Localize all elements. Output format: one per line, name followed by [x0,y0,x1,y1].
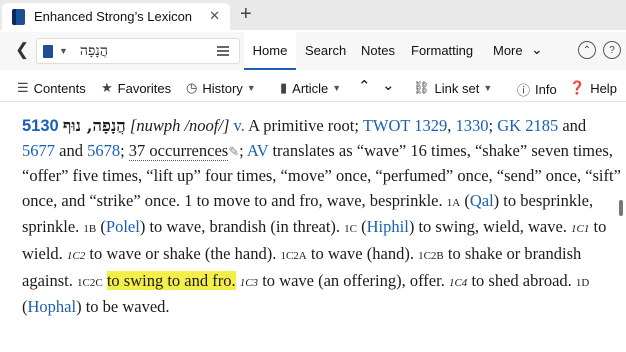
sense-1a: 1A [446,196,461,209]
article-dropdown-icon: ▼ [332,83,342,93]
star-icon: ★ [101,80,113,95]
ref-5678-link[interactable]: 5678 [87,141,120,160]
help-label: Help [590,80,617,96]
help-button[interactable]: ❓ Help [569,80,617,96]
new-tab-icon[interactable]: + [240,3,252,26]
hebrew-headword: הֲנָפָה, נוּף [62,116,126,135]
strongs-number: 5130 [22,117,59,135]
title-bar: Enhanced Strong’s Lexicon ✕ + [0,0,626,30]
definition-1: 1 to move to and fro, wave, besprinkle. [184,190,443,210]
sense-1c2b: 1C2B [418,249,444,262]
contents-label: Contents [33,80,86,96]
sense-1c2: 1C2 [66,249,86,262]
hiphil-link[interactable]: Hiphil [367,217,409,236]
and-text-1: and [562,116,587,135]
definition-1c4: to shed abroad. [471,270,572,290]
next-article-icon[interactable]: ⌄ [382,76,395,94]
book-icon [12,8,25,25]
sense-1c2c: 1C2C [77,276,103,289]
transliteration: [nuwph /noof/] [129,116,230,135]
lexicon-article: 5130 הֲנָפָה, נוּף [nuwph /noof/] v. A p… [22,114,622,320]
info-label: Info [535,82,557,97]
pencil-icon[interactable]: ✎ [228,144,239,159]
panel-toolbar: ☰ Contents ★ Favorites ◷ History ▼ ▮ Art… [0,72,626,102]
ref-5677-link[interactable]: 5677 [22,141,55,160]
sense-1c2a: 1C2A [280,249,307,262]
link-set-label: Link set [434,80,480,96]
tab-title: Enhanced Strong’s Lexicon [34,9,193,24]
definition-1b: to wave, brandish (in threat). [149,217,341,237]
previous-article-icon[interactable]: ⌃ [358,77,371,95]
navigation-bar: ❮ ▼ הֲנָפָה Home Search Notes Formatting… [0,32,626,70]
gk-2185-link[interactable]: 2185 [525,116,558,135]
info-icon: ⓘ [517,83,531,98]
contents-list-icon: ☰ [17,80,29,95]
history-label: History [202,80,243,96]
occurrences-link[interactable]: 37 occurrences [128,140,229,161]
menu-formatting[interactable]: Formatting [411,43,473,58]
link-set-button[interactable]: ⛓ Link set ▼ [413,80,492,96]
info-button[interactable]: ⓘ Info [517,80,557,99]
help-circle-icon: ❓ [569,80,586,95]
bar-chart-icon: ▮ [280,80,288,95]
highlighted-definition-1c2c: to swing to and fro. [106,270,236,290]
article-label: Article [292,80,329,96]
article-button[interactable]: ▮ Article ▼ [280,80,341,96]
part-of-speech-link[interactable]: v. [234,116,245,135]
sense-1c1: 1C1 [571,223,590,236]
chevron-down-icon[interactable]: ▼ [59,46,68,56]
twot-1329-link[interactable]: 1329 [414,116,447,135]
menu-search[interactable]: Search [305,43,346,58]
hophal-link[interactable]: Hophal [28,297,77,316]
and-text-2: and [59,140,83,160]
link-set-dropdown-icon: ▼ [483,83,493,93]
sense-1d: 1D [575,276,590,289]
gloss-text: A primitive root; [248,116,359,135]
back-icon[interactable]: ❮ [15,40,29,60]
menu-more[interactable]: More [493,43,523,58]
scrollbar-thumb[interactable] [619,200,623,216]
sense-1c: 1C [344,223,358,236]
definition-1c3: to wave (an offering), offer. [262,270,445,290]
definition-1c2: to wave or shake (the hand). [89,243,277,263]
favorites-label: Favorites [117,80,172,96]
favorites-button[interactable]: ★ Favorites [101,80,171,96]
resource-icon[interactable] [43,44,53,58]
twot-link[interactable]: TWOT [363,116,410,135]
collapse-up-icon[interactable]: ⌃ [578,41,596,59]
qal-link[interactable]: Qal [470,191,494,210]
sense-1c3: 1C3 [239,276,259,289]
reference-box[interactable]: ▼ הֲנָפָה [36,38,240,64]
reference-input[interactable]: הֲנָפָה [80,43,108,60]
definition-1d: to be waved. [85,297,170,317]
toc-icon[interactable] [217,46,229,56]
resource-tab[interactable]: Enhanced Strong’s Lexicon ✕ [2,3,230,30]
history-dropdown-icon: ▼ [246,83,256,93]
link-icon: ⛓ [413,80,430,95]
more-chevron-icon[interactable]: ⌄ [531,41,543,58]
av-link[interactable]: AV [247,141,268,160]
entry-paragraph: 5130 הֲנָפָה, נוּף [nuwph /noof/] v. A p… [22,116,621,317]
definition-1c: to swing, wield, wave. [418,217,567,237]
help-icon[interactable]: ? [603,41,621,59]
clock-icon: ◷ [186,80,198,95]
menu-home[interactable]: Home [244,32,296,70]
close-tab-icon[interactable]: ✕ [209,8,220,24]
contents-button[interactable]: ☰ Contents [17,80,86,96]
menu-notes[interactable]: Notes [361,43,395,58]
twot-1330-link[interactable]: 1330 [456,116,489,135]
sense-1c4: 1C4 [448,276,468,289]
history-button[interactable]: ◷ History ▼ [186,80,256,96]
sense-1b: 1B [83,223,97,236]
definition-1c2a: to wave (hand). [310,243,414,263]
gk-link[interactable]: GK [497,116,521,135]
polel-link[interactable]: Polel [106,217,140,236]
